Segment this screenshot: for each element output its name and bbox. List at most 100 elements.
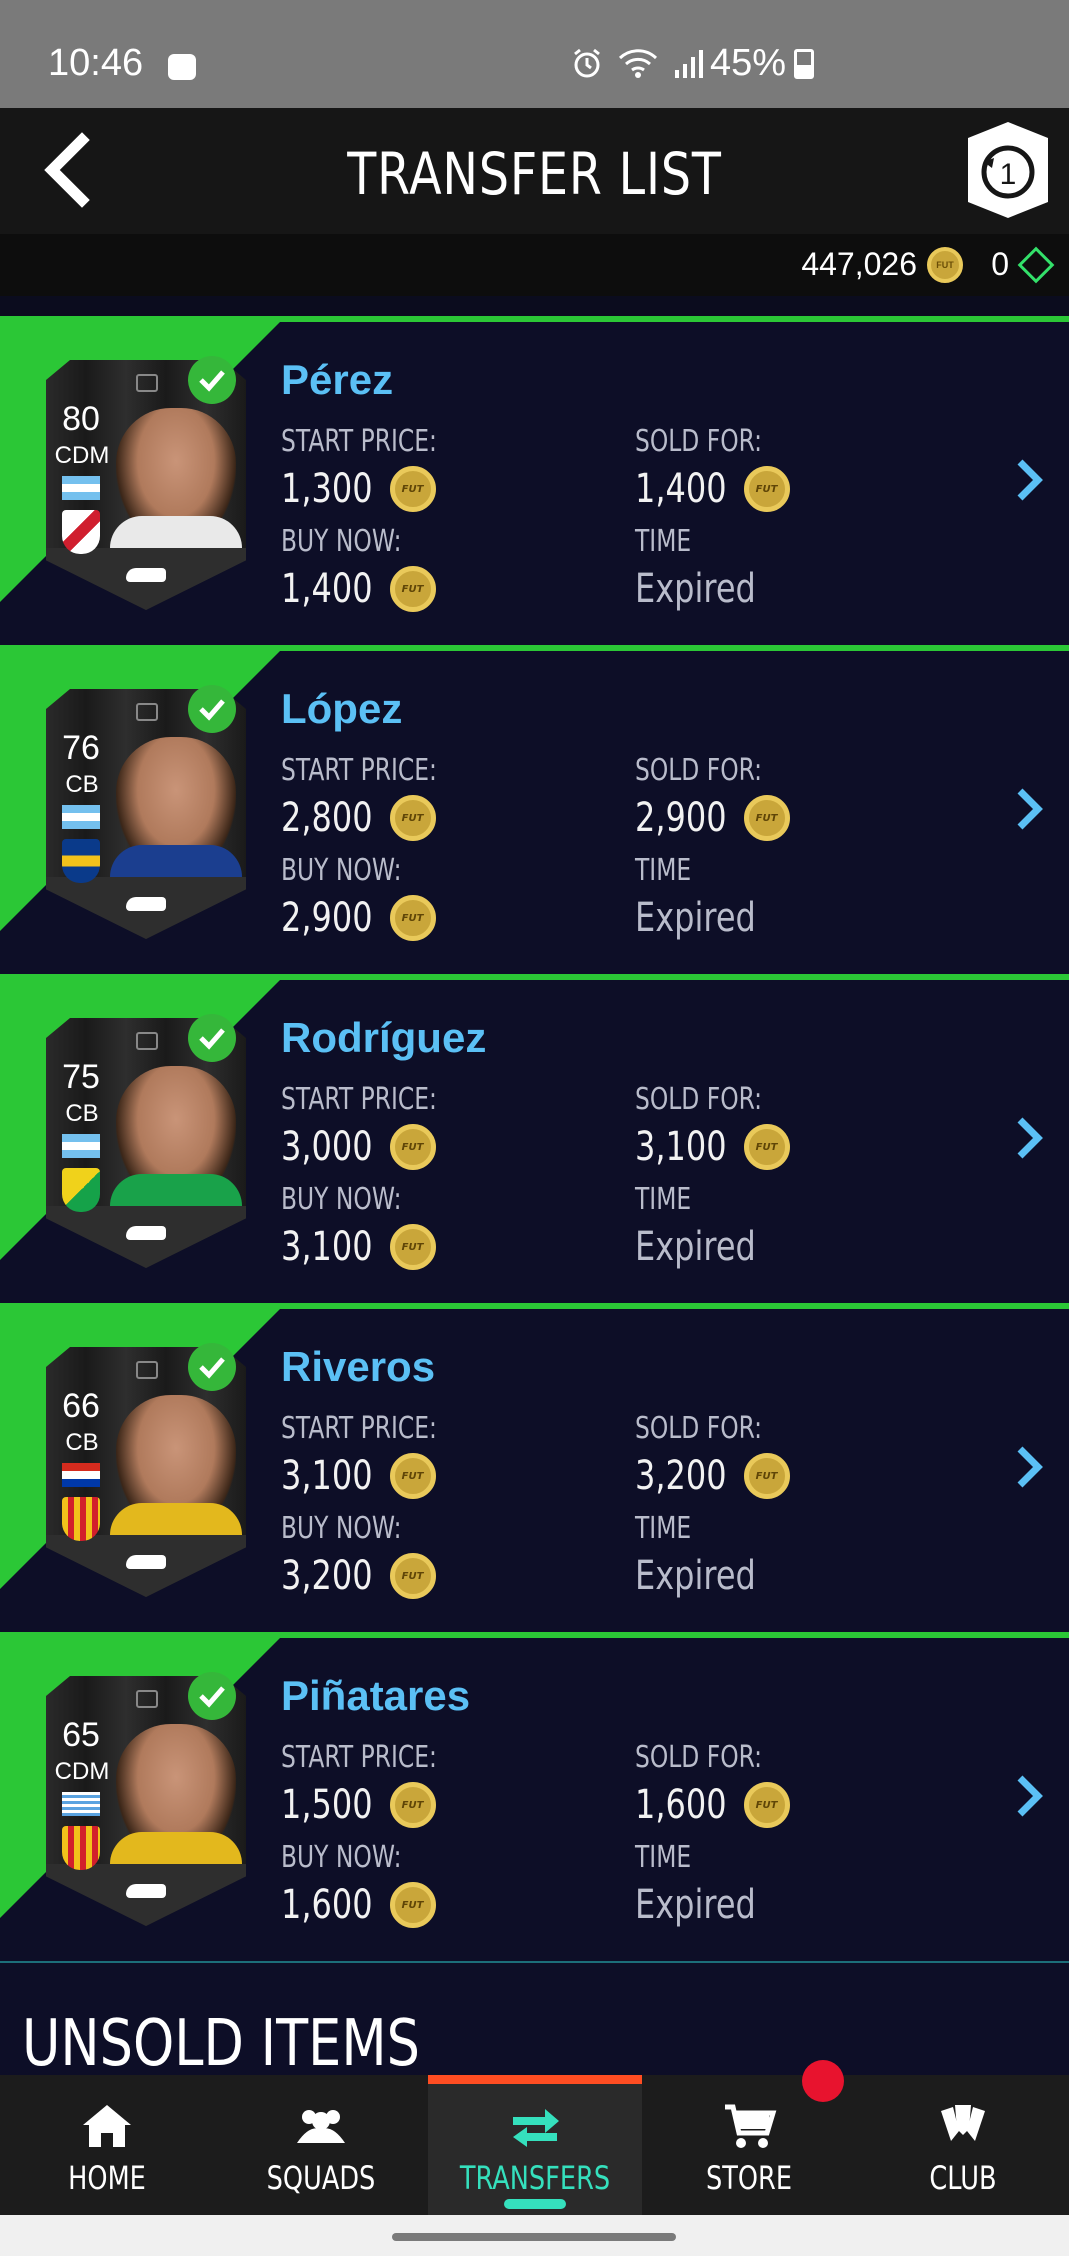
buy-now-value: 3,200 FUT	[281, 1553, 436, 1599]
time-label: TIME	[635, 1511, 692, 1546]
coin-icon: FUT	[743, 795, 790, 841]
coin-icon: FUT	[389, 1224, 436, 1270]
coin-balance: 447,026 FUT	[801, 246, 963, 283]
start-price-label: START PRICE:	[281, 1740, 437, 1775]
transfer-item[interactable]: 65 CDM Piñatares START PRICE: 1,500 FUT B…	[0, 1632, 1069, 1961]
coin-icon: FUT	[389, 466, 436, 512]
coin-icon: FUT	[743, 1124, 790, 1170]
battery-status: 45%	[710, 42, 815, 85]
buy-now-label: BUY NOW:	[281, 524, 402, 559]
player-rating: 66	[62, 1387, 100, 1425]
tab-label: SQUADS	[266, 2159, 376, 2197]
player-shirt	[110, 1832, 242, 1864]
player-shirt	[110, 516, 242, 548]
buy-now-label: BUY NOW:	[281, 853, 402, 888]
time-value: Expired	[635, 1553, 756, 1599]
player-position: CB	[65, 1429, 99, 1456]
check-icon	[188, 685, 236, 733]
currency-bar: 447,026 FUT 0	[0, 234, 1069, 296]
tab-transfers[interactable]: TRANSFERS	[428, 2075, 642, 2215]
buy-now-value: 1,600 FUT	[281, 1882, 436, 1928]
sold-for-value: 1,600 FUT	[635, 1782, 790, 1828]
coin-icon: FUT	[743, 466, 790, 512]
chevron-right-icon[interactable]	[1014, 1772, 1044, 1820]
player-rating: 65	[62, 1716, 100, 1754]
start-price-label: START PRICE:	[281, 1411, 437, 1446]
player-position: CB	[65, 771, 99, 798]
league-icon	[136, 1361, 158, 1379]
time-value: Expired	[635, 895, 756, 941]
sold-for-label: SOLD FOR:	[635, 753, 763, 788]
back-arrow-icon[interactable]	[34, 130, 104, 210]
sold-for-label: SOLD FOR:	[635, 1082, 763, 1117]
tab-label: HOME	[68, 2159, 146, 2197]
player-rating: 80	[62, 400, 100, 438]
transfers-icon	[513, 2109, 559, 2147]
boot-icon	[126, 1884, 166, 1898]
tab-home[interactable]: HOME	[0, 2075, 214, 2215]
chevron-right-icon[interactable]	[1014, 785, 1044, 833]
sold-for-label: SOLD FOR:	[635, 424, 763, 459]
time-label: TIME	[635, 1840, 692, 1875]
time-value: Expired	[635, 1224, 756, 1270]
tab-club[interactable]: CLUB	[856, 2075, 1069, 2215]
league-icon	[136, 1032, 158, 1050]
coin-icon: FUT	[389, 895, 436, 941]
time-value: Expired	[635, 1882, 756, 1928]
store-notification-badge	[802, 2060, 844, 2102]
coin-icon: FUT	[743, 1782, 790, 1828]
sold-for-label: SOLD FOR:	[635, 1740, 763, 1775]
chevron-right-icon[interactable]	[1014, 1114, 1044, 1162]
unsold-items-section: UNSOLD ITEMS	[0, 1961, 1069, 2081]
start-price-value: 2,800 FUT	[281, 795, 436, 841]
flag-icon	[62, 476, 100, 500]
player-position: CDM	[54, 1758, 110, 1785]
buy-now-label: BUY NOW:	[281, 1182, 402, 1217]
buy-now-value: 2,900 FUT	[281, 895, 436, 941]
league-icon	[136, 703, 158, 721]
coin-icon: FUT	[743, 1453, 790, 1499]
system-nav-bar	[0, 2215, 1069, 2256]
check-icon	[188, 1343, 236, 1391]
tab-label: TRANSFERS	[459, 2159, 611, 2197]
transfer-item[interactable]: 80 CDM Pérez START PRICE: 1,300 FUT BUY N…	[0, 316, 1069, 645]
boot-icon	[126, 897, 166, 911]
tab-squads[interactable]: SQUADS	[214, 2075, 428, 2215]
transfer-item[interactable]: 75 CB Rodríguez START PRICE: 3,000 FUT BU…	[0, 974, 1069, 1303]
rewind-icon[interactable]: 1	[964, 120, 1052, 220]
player-name: Piñatares	[281, 1672, 471, 1719]
flag-icon	[62, 1463, 100, 1487]
boot-icon	[126, 1555, 166, 1569]
buy-now-label: BUY NOW:	[281, 1511, 402, 1546]
buy-now-label: BUY NOW:	[281, 1840, 402, 1875]
coin-icon: FUT	[389, 1553, 436, 1599]
boot-icon	[126, 1226, 166, 1240]
squads-icon	[297, 2110, 345, 2143]
signal-icon	[675, 50, 703, 78]
flag-icon	[62, 1134, 100, 1158]
chevron-right-icon[interactable]	[1014, 1443, 1044, 1491]
transfer-item[interactable]: 66 CB Riveros START PRICE: 3,100 FUT BUY …	[0, 1303, 1069, 1632]
player-rating: 75	[62, 1058, 100, 1096]
cart-icon	[725, 2104, 777, 2148]
sold-for-value: 3,200 FUT	[635, 1453, 790, 1499]
buy-now-value: 3,100 FUT	[281, 1224, 436, 1270]
boot-icon	[126, 568, 166, 582]
app-header: TRANSFER LIST 1	[0, 108, 1069, 234]
time-label: TIME	[635, 524, 692, 559]
coin-icon: FUT	[389, 566, 436, 612]
home-gesture-bar[interactable]	[392, 2233, 676, 2241]
club-badge-icon	[62, 510, 100, 554]
club-badge-icon	[62, 839, 100, 883]
notification-icon	[168, 54, 196, 80]
sold-for-value: 3,100 FUT	[635, 1124, 790, 1170]
start-price-label: START PRICE:	[281, 753, 437, 788]
transfer-item[interactable]: 76 CB López START PRICE: 2,800 FUT BUY NO…	[0, 645, 1069, 974]
points-amount: 0	[991, 246, 1009, 282]
page-title: TRANSFER LIST	[347, 140, 722, 208]
player-shirt	[110, 845, 242, 877]
time-value: Expired	[635, 566, 756, 612]
player-position: CB	[65, 1100, 99, 1127]
chevron-right-icon[interactable]	[1014, 456, 1044, 504]
player-rating: 76	[62, 729, 100, 767]
